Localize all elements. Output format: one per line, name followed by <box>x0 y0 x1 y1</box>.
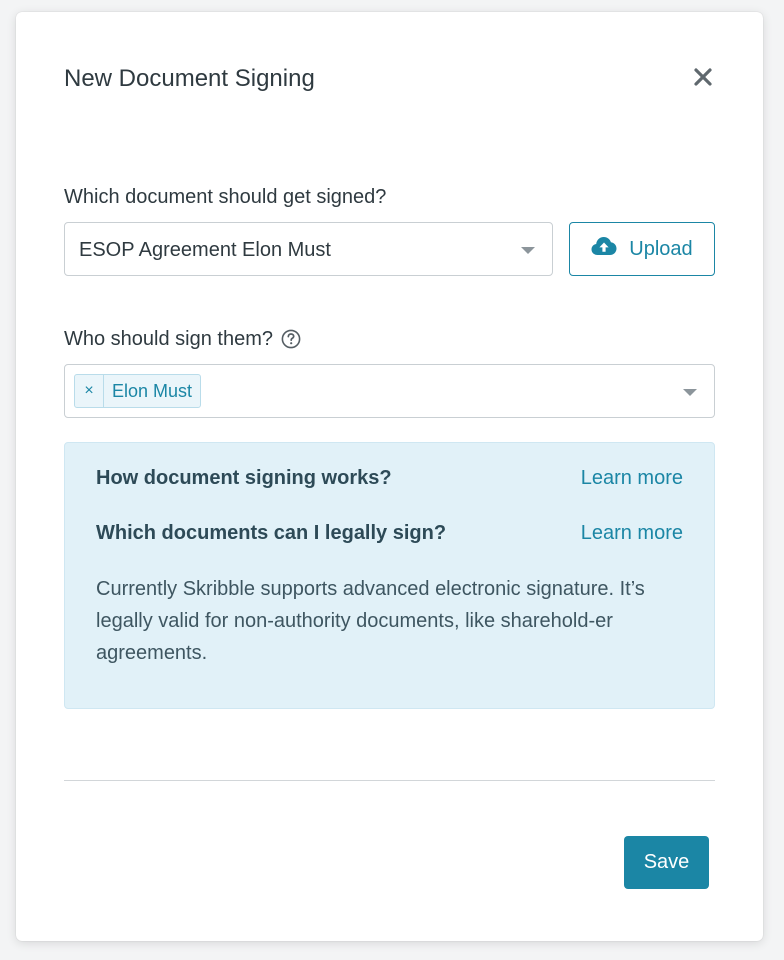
info-question: Which documents can I legally sign? <box>96 521 447 544</box>
document-field-label: Which document should get signed? <box>64 186 387 208</box>
upload-button-label: Upload <box>629 237 693 260</box>
modal-title: New Document Signing <box>64 65 315 92</box>
upload-button[interactable]: Upload <box>569 222 715 276</box>
info-panel: How document signing works? Learn more W… <box>64 442 715 709</box>
signer-tag-label: Elon Must <box>112 380 193 401</box>
document-select[interactable]: ESOP Agreement Elon Must <box>64 222 553 276</box>
document-select-value: ESOP Agreement Elon Must <box>79 239 331 261</box>
signers-field-label: Who should sign them? <box>64 326 301 352</box>
info-row: How document signing works? Learn more <box>96 465 683 491</box>
save-button[interactable]: Save <box>624 836 709 889</box>
chevron-down-icon <box>521 247 535 254</box>
learn-more-link[interactable]: Learn more <box>581 467 683 490</box>
signer-tag: × Elon Must <box>74 374 202 408</box>
signers-select[interactable]: × Elon Must <box>64 364 715 418</box>
tag-remove-button[interactable]: × <box>75 375 104 407</box>
info-description: Currently Skribble supports advanced ele… <box>96 578 645 664</box>
close-icon <box>690 64 716 90</box>
cloud-upload-icon <box>591 236 617 262</box>
close-button[interactable] <box>690 64 716 90</box>
question-circle-icon[interactable] <box>281 329 301 349</box>
info-question: How document signing works? <box>96 466 392 489</box>
info-row: Which documents can I legally sign? Lear… <box>96 520 683 546</box>
chevron-down-icon <box>683 389 697 396</box>
footer-divider <box>64 780 715 781</box>
document-signing-modal: New Document Signing Which document shou… <box>16 12 763 941</box>
learn-more-link[interactable]: Learn more <box>581 522 683 545</box>
signers-field-label-text: Who should sign them? <box>64 328 274 350</box>
